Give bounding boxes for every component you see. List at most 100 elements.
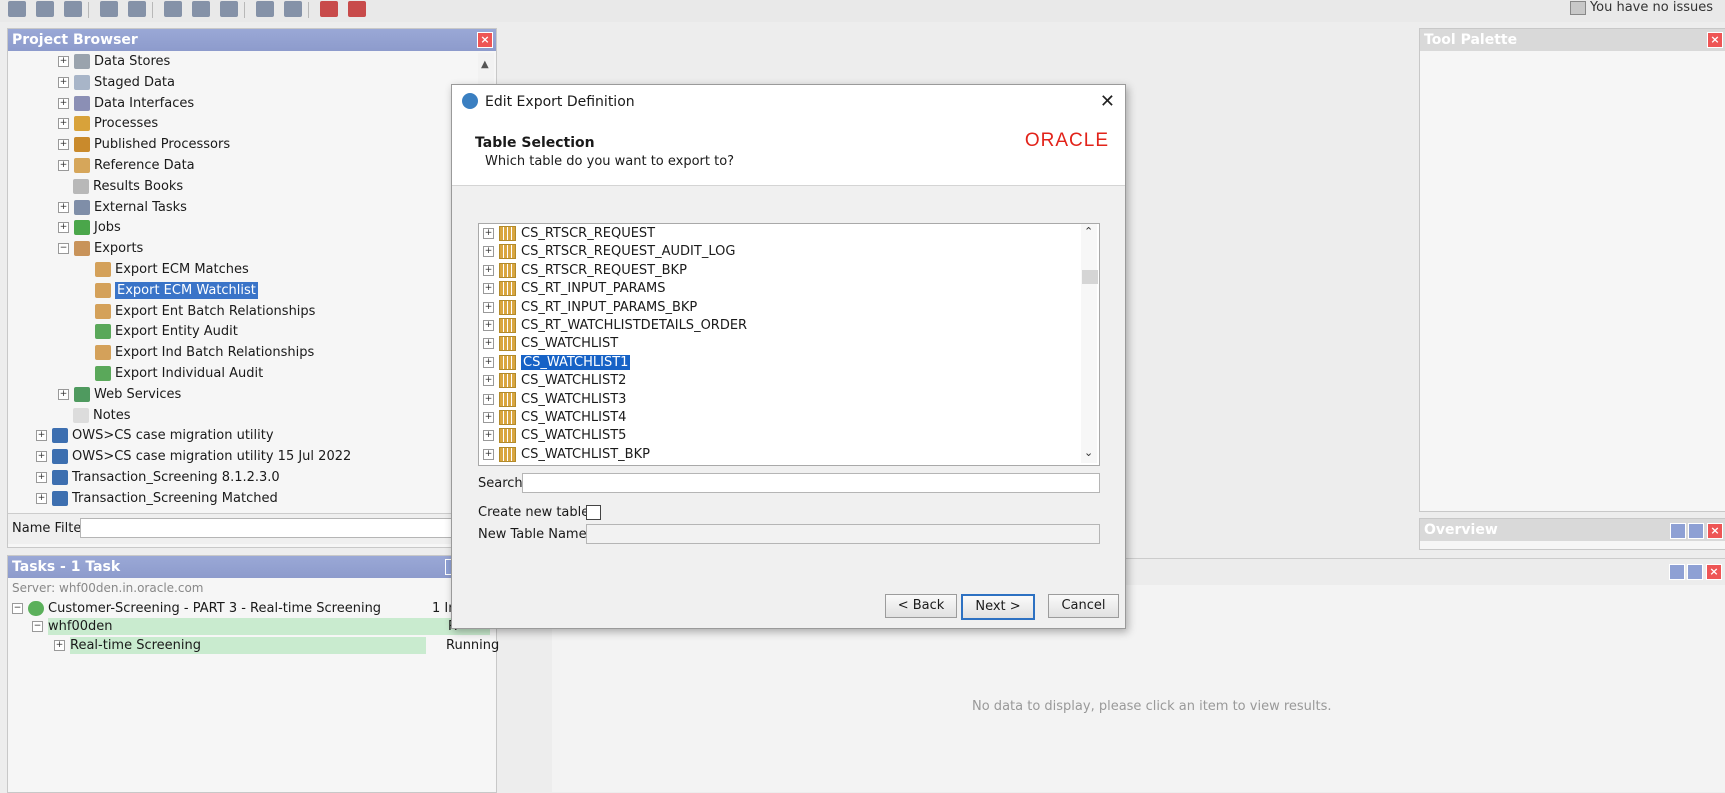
table-list-item[interactable]: + CS_RTSCR_REQUEST_BKP bbox=[483, 262, 687, 280]
tree-item[interactable]: Export Ent Batch Relationships bbox=[80, 302, 315, 322]
issues-status[interactable]: You have no issues bbox=[1569, 0, 1713, 15]
scroll-down-icon[interactable]: ⌄ bbox=[1084, 446, 1093, 459]
save-all-icon[interactable] bbox=[36, 1, 54, 17]
close-project-browser-icon[interactable]: × bbox=[477, 32, 493, 48]
expand-icon[interactable]: + bbox=[483, 448, 494, 460]
table-icon[interactable] bbox=[320, 1, 338, 17]
tree-item[interactable]: + Reference Data bbox=[58, 156, 195, 176]
expand-icon[interactable]: + bbox=[483, 228, 494, 239]
expand-icon[interactable]: + bbox=[483, 283, 494, 295]
collapse-icon[interactable]: − bbox=[58, 243, 69, 255]
expand-icon[interactable]: + bbox=[58, 201, 69, 213]
expand-icon[interactable]: + bbox=[483, 356, 494, 368]
overview-dock-icon[interactable] bbox=[1670, 523, 1686, 539]
expand-icon[interactable]: + bbox=[58, 76, 69, 88]
task-row[interactable]: + Real-time Screening Running bbox=[54, 636, 499, 656]
tree-item[interactable]: Export ECM Matches bbox=[80, 260, 249, 280]
collapse-icon[interactable]: − bbox=[12, 603, 23, 614]
table-list-item[interactable]: + CS_RT_WATCHLISTDETAILS_ORDER bbox=[483, 317, 747, 335]
expand-icon[interactable]: + bbox=[58, 160, 69, 171]
table-list-item[interactable]: + CS_WATCHLIST5 bbox=[483, 427, 626, 445]
tree-item[interactable]: Results Books bbox=[58, 177, 183, 197]
table-list-item[interactable]: + CS_RT_INPUT_PARAMS bbox=[483, 280, 665, 298]
tree-item[interactable]: + Transaction_Screening Matched bbox=[36, 489, 278, 507]
task-job-row[interactable]: − Customer-Screening - PART 3 - Real-time… bbox=[12, 599, 492, 619]
expand-icon[interactable]: + bbox=[58, 56, 69, 67]
table-list-item[interactable]: + CS_RTSCR_REQUEST_AUDIT_LOG bbox=[483, 243, 735, 261]
table-list-item[interactable]: + CS_WATCHLIST1 bbox=[483, 354, 631, 372]
tree-item[interactable]: − Exports bbox=[58, 239, 143, 259]
results-maximize-icon[interactable] bbox=[1687, 564, 1703, 580]
tree-item[interactable]: Notes bbox=[58, 406, 131, 426]
print-icon[interactable] bbox=[64, 1, 82, 17]
expand-icon[interactable]: + bbox=[54, 640, 65, 651]
expand-icon[interactable]: + bbox=[58, 118, 69, 130]
window-icon[interactable] bbox=[284, 1, 302, 17]
table-list-item[interactable]: + CS_WATCHLIST4 bbox=[483, 409, 626, 427]
table-list-item[interactable]: + CS_WATCHLIST_BKP bbox=[483, 446, 650, 464]
cut-icon[interactable] bbox=[164, 1, 182, 17]
copy-icon[interactable] bbox=[192, 1, 210, 17]
tree-item[interactable]: + Staged Data bbox=[58, 73, 175, 93]
expand-icon[interactable]: + bbox=[483, 430, 494, 442]
paste-icon[interactable] bbox=[220, 1, 238, 17]
next-button[interactable]: Next > bbox=[961, 594, 1035, 620]
tree-item[interactable]: + Jobs bbox=[58, 218, 121, 238]
find-icon[interactable] bbox=[348, 1, 366, 17]
tree-item[interactable]: + External Tasks bbox=[58, 198, 187, 218]
cancel-button[interactable]: Cancel bbox=[1048, 594, 1119, 618]
table-list-item[interactable]: + CS_WATCHLIST2 bbox=[483, 372, 626, 390]
overview-minimize-icon[interactable] bbox=[1688, 523, 1704, 539]
create-new-table-checkbox[interactable] bbox=[586, 505, 601, 520]
redo-icon[interactable] bbox=[128, 1, 146, 17]
close-results-icon[interactable]: × bbox=[1706, 564, 1722, 580]
tree-item[interactable]: + Processes bbox=[58, 114, 158, 134]
scroll-up-icon[interactable]: ▲ bbox=[481, 59, 489, 70]
results-minimize-icon[interactable] bbox=[1669, 564, 1685, 580]
expand-icon[interactable]: + bbox=[36, 472, 47, 483]
tree-item[interactable]: Export Ind Batch Relationships bbox=[80, 343, 314, 363]
expand-icon[interactable]: + bbox=[36, 451, 47, 463]
close-tool-palette-icon[interactable]: × bbox=[1707, 32, 1723, 48]
expand-icon[interactable]: + bbox=[483, 375, 494, 387]
expand-icon[interactable]: + bbox=[58, 388, 69, 400]
table-list-scrollbar[interactable]: ⌃ ⌄ bbox=[1081, 224, 1098, 463]
table-list-item[interactable]: + CS_RTSCR_REQUEST bbox=[483, 225, 655, 243]
search-input[interactable] bbox=[522, 473, 1100, 493]
tree-item[interactable]: Export ECM Watchlist bbox=[80, 281, 258, 301]
collapse-icon[interactable]: − bbox=[32, 621, 43, 632]
dialog-close-icon[interactable]: ✕ bbox=[1100, 91, 1115, 112]
tree-item[interactable]: + Web Services bbox=[58, 385, 181, 405]
scroll-thumb[interactable] bbox=[1082, 270, 1098, 284]
tree-item[interactable]: + Published Processors bbox=[58, 135, 230, 155]
expand-icon[interactable]: + bbox=[58, 222, 69, 234]
expand-icon[interactable]: + bbox=[483, 320, 494, 331]
table-list-item[interactable]: + CS_RT_INPUT_PARAMS_BKP bbox=[483, 299, 697, 317]
expand-icon[interactable]: + bbox=[483, 264, 494, 276]
expand-icon[interactable]: + bbox=[36, 430, 47, 442]
table-list-item[interactable]: + CS_WATCHLIST bbox=[483, 335, 618, 353]
tree-item[interactable]: + OWS>CS case migration utility 15 Jul 20… bbox=[36, 447, 351, 467]
table-list[interactable]: + CS_RTSCR_REQUEST + CS_RTSCR_REQUEST_AUDIT… bbox=[478, 223, 1100, 466]
layout-icon[interactable] bbox=[256, 1, 274, 17]
expand-icon[interactable]: + bbox=[483, 393, 494, 405]
tree-item[interactable]: Export Entity Audit bbox=[80, 322, 238, 342]
scroll-up-icon[interactable]: ⌃ bbox=[1084, 225, 1093, 238]
undo-icon[interactable] bbox=[100, 1, 118, 17]
expand-icon[interactable]: + bbox=[58, 139, 69, 151]
name-filter-input[interactable] bbox=[80, 518, 452, 538]
task-host-row[interactable]: −whf00den R bbox=[32, 617, 492, 637]
expand-icon[interactable]: + bbox=[483, 338, 494, 350]
save-icon[interactable] bbox=[8, 1, 26, 17]
tree-item[interactable]: + Data Interfaces bbox=[58, 94, 194, 114]
tree-item[interactable]: + Data Stores bbox=[58, 52, 170, 72]
expand-icon[interactable]: + bbox=[36, 492, 47, 504]
expand-icon[interactable]: + bbox=[483, 301, 494, 313]
tree-item[interactable]: Export Individual Audit bbox=[80, 364, 263, 384]
tree-item[interactable]: + Transaction_Screening 8.1.2.3.0 bbox=[36, 468, 280, 488]
back-button[interactable]: < Back bbox=[885, 594, 957, 618]
expand-icon[interactable]: + bbox=[483, 246, 494, 258]
table-list-item[interactable]: + CS_WATCHLIST3 bbox=[483, 391, 626, 409]
expand-icon[interactable]: + bbox=[58, 97, 69, 109]
tree-item[interactable]: + OWS>CS case migration utility bbox=[36, 426, 274, 446]
